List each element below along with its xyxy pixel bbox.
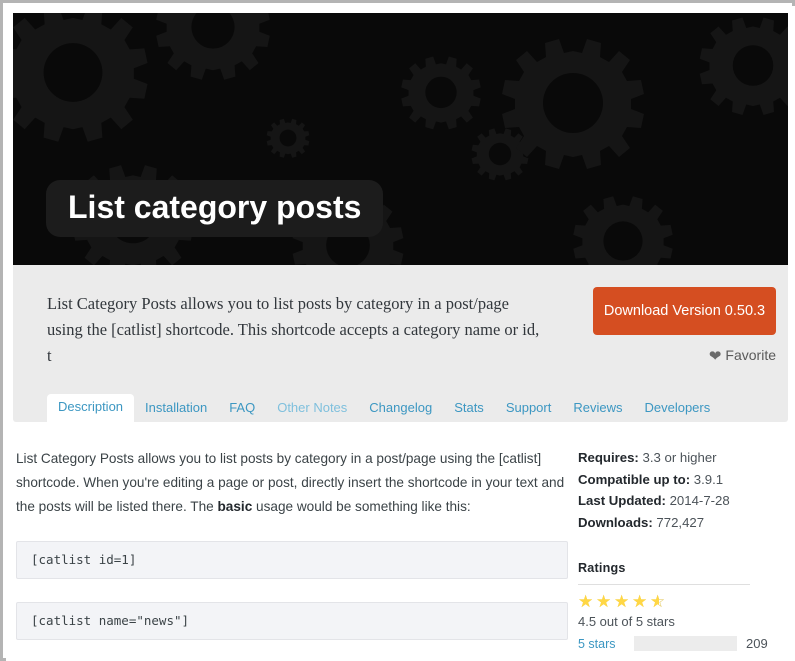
meta-requires-value: 3.3 or higher xyxy=(642,450,717,465)
tab-stats[interactable]: Stats xyxy=(443,395,495,422)
favorite-label: Favorite xyxy=(725,347,776,363)
meta-downloads-value: 772,427 xyxy=(656,514,705,530)
tab-changelog[interactable]: Changelog xyxy=(358,395,443,422)
tab-installation[interactable]: Installation xyxy=(134,395,218,422)
ratings-divider xyxy=(578,584,750,585)
favorite-button[interactable]: ❤ Favorite xyxy=(613,347,776,365)
page-inner: List category posts List Category Posts … xyxy=(6,6,795,661)
download-button[interactable]: Download Version 0.50.3 xyxy=(593,287,776,335)
star-icon: ☆ ★ xyxy=(596,592,612,611)
rating-bar-track xyxy=(634,636,737,651)
description-paragraph: List Category Posts allows you to list p… xyxy=(16,447,568,519)
meta-downloads: Downloads: 772,427 xyxy=(578,512,778,534)
meta-compatible-label: Compatible up to: xyxy=(578,471,691,487)
plugin-title: List category posts xyxy=(68,189,362,225)
tab-other-notes[interactable]: Other Notes xyxy=(266,395,358,422)
meta-last-updated-value: 2014-7-28 xyxy=(669,493,730,508)
plugin-banner: List category posts xyxy=(13,13,788,265)
heart-icon: ❤ xyxy=(708,348,722,365)
star-rating: ☆ ★ ☆ ★ ☆ ★ ☆ ★ ☆ ★ xyxy=(578,593,778,611)
tab-support[interactable]: Support xyxy=(495,395,563,422)
description-column: List Category Posts allows you to list p… xyxy=(16,447,568,661)
rating-row-5-stars: 5 stars 209 xyxy=(578,635,778,652)
browser-page-frame: List category posts List Category Posts … xyxy=(0,0,795,661)
meta-compatible-value: 3.9.1 xyxy=(693,471,724,487)
plugin-tabs: Description Installation FAQ Other Notes… xyxy=(47,394,721,422)
plugin-meta-sidebar: Requires: 3.3 or higher Compatible up to… xyxy=(578,447,778,652)
tab-developers[interactable]: Developers xyxy=(633,395,721,422)
meta-last-updated: Last Updated: 2014-7-28 xyxy=(578,490,778,512)
star-icon: ☆ ★ xyxy=(614,592,630,611)
tab-description[interactable]: Description xyxy=(47,394,135,422)
rating-row-count: 209 xyxy=(746,636,768,651)
meta-last-updated-label: Last Updated: xyxy=(578,493,666,508)
meta-compatible: Compatible up to: 3.9.1 xyxy=(578,469,778,491)
code-block-catlist-name: [catlist name="news"] xyxy=(16,602,568,640)
plugin-header-panel: List Category Posts allows you to list p… xyxy=(13,265,788,422)
tab-faq[interactable]: FAQ xyxy=(218,395,266,422)
star-icon: ☆ ★ xyxy=(632,592,648,611)
plugin-title-plate: List category posts xyxy=(46,180,384,237)
paragraph-bold-word: basic xyxy=(217,499,253,514)
tab-reviews[interactable]: Reviews xyxy=(562,395,633,422)
star-icon: ☆ ★ xyxy=(578,592,594,611)
rating-summary: 4.5 out of 5 stars xyxy=(578,614,675,629)
ratings-heading: Ratings xyxy=(578,561,626,575)
code-block-catlist-id: [catlist id=1] xyxy=(16,541,568,579)
plugin-short-description: List Category Posts allows you to list p… xyxy=(47,294,540,365)
star-half-icon: ☆ ★ xyxy=(650,592,666,611)
content-area: List Category Posts allows you to list p… xyxy=(13,426,788,661)
paragraph-text-part2: usage would be something like this: xyxy=(252,499,471,514)
meta-requires-label: Requires: xyxy=(578,450,639,465)
meta-downloads-label: Downloads: xyxy=(578,514,653,530)
rating-row-label[interactable]: 5 stars xyxy=(578,637,630,651)
meta-requires: Requires: 3.3 or higher xyxy=(578,447,778,469)
